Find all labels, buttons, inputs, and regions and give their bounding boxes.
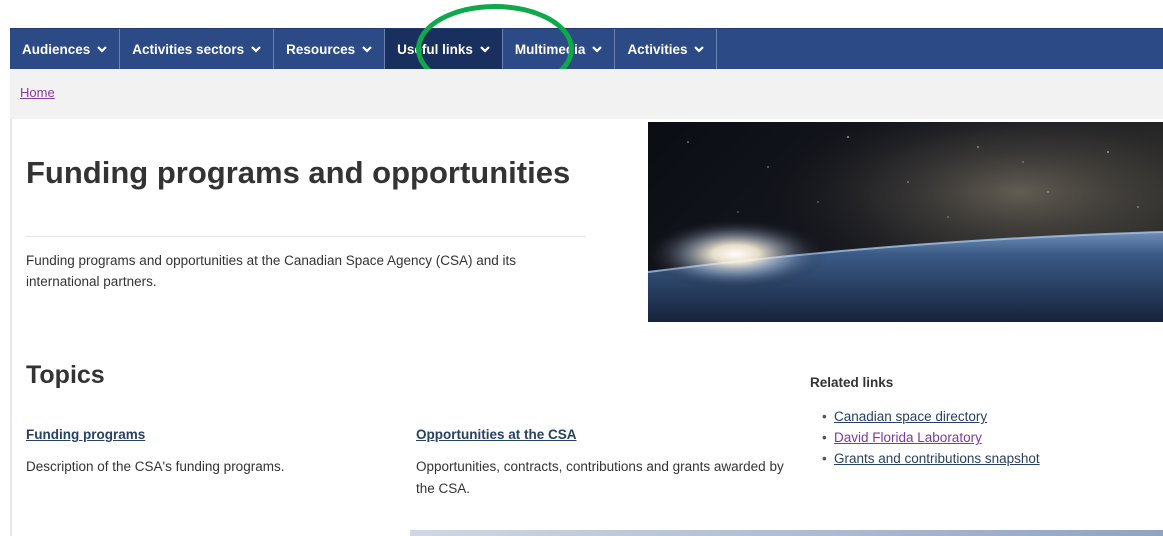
topics-heading: Topics [26, 361, 105, 389]
chevron-down-icon [362, 44, 372, 54]
footer-edge [410, 530, 1163, 536]
nav-label: Useful links [397, 41, 473, 57]
list-item: Grants and contributions snapshot [822, 448, 1040, 469]
page-left-border [10, 119, 12, 536]
nav-label: Resources [286, 41, 356, 57]
list-item: David Florida Laboratory [822, 427, 1040, 448]
nav-label: Audiences [22, 41, 91, 57]
page-lead: Funding programs and opportunities at th… [26, 253, 517, 289]
breadcrumb-home-link[interactable]: Home [20, 85, 55, 100]
nav-resources[interactable]: Resources [274, 28, 386, 70]
nav-label: Multimedia [514, 41, 586, 57]
topic-description: Description of the CSA's funding program… [26, 459, 285, 474]
title-divider [26, 236, 586, 237]
topic-description: Opportunities, contracts, contributions … [416, 459, 784, 496]
nav-useful-links[interactable]: Useful links [385, 28, 503, 70]
related-links-list: Canadian space directory David Florida L… [822, 406, 1040, 469]
nav-label: Activities sectors [132, 41, 245, 57]
topic-link-funding-programs[interactable]: Funding programs [26, 427, 145, 442]
related-link-space-directory[interactable]: Canadian space directory [834, 409, 987, 424]
chevron-down-icon [97, 44, 108, 54]
main-nav: Audiences Activities sectors Resources U… [10, 28, 1163, 70]
page-title: Funding programs and opportunities [26, 155, 571, 190]
list-item: Canadian space directory [822, 406, 1040, 427]
related-links-heading: Related links [810, 375, 894, 390]
chevron-down-icon [694, 44, 705, 54]
breadcrumb: Home [10, 69, 1163, 119]
nav-audiences[interactable]: Audiences [10, 28, 121, 70]
related-link-david-florida-lab[interactable]: David Florida Laboratory [834, 430, 982, 445]
related-link-grants-snapshot[interactable]: Grants and contributions snapshot [834, 451, 1040, 466]
chevron-down-icon [592, 44, 603, 54]
topic-link-opportunities[interactable]: Opportunities at the CSA [416, 427, 577, 442]
chevron-down-icon [251, 44, 261, 54]
nav-activities[interactable]: Activities [615, 28, 718, 70]
nav-label: Activities [627, 41, 688, 57]
chevron-down-icon [480, 44, 490, 54]
nav-multimedia[interactable]: Multimedia [503, 28, 616, 70]
hero-image-earth-space [648, 122, 1163, 322]
nav-activities-sectors[interactable]: Activities sectors [120, 28, 275, 70]
